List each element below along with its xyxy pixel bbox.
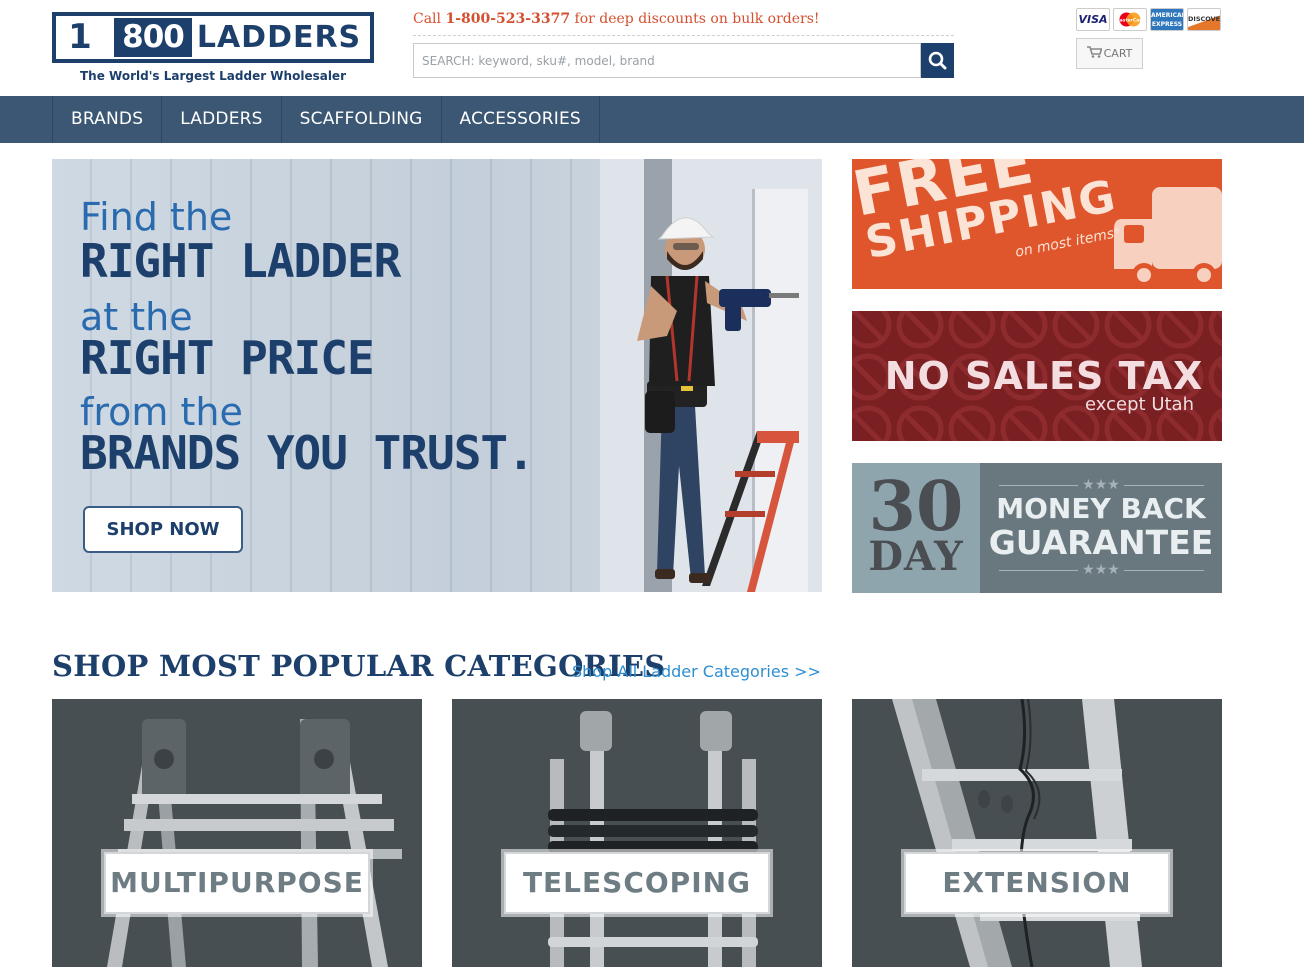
extension-ladder-image — [892, 699, 1142, 967]
logo-word: LADDERS — [196, 20, 362, 55]
callout-prefix: Call — [413, 11, 446, 27]
header-divider — [413, 35, 954, 36]
money-back-days-panel: 30 DAY — [852, 463, 980, 593]
category-label-telescoping: TELESCOPING — [501, 849, 773, 917]
money-back-stars-bottom: ★★★ — [980, 562, 1222, 578]
money-back-line2: GUARANTEE — [988, 523, 1214, 562]
multipurpose-ladder-image — [107, 719, 402, 967]
no-sales-tax-banner[interactable]: NO SALES TAX except Utah — [852, 311, 1222, 441]
category-tile-extension[interactable]: EXTENSION — [852, 699, 1222, 967]
site-header: 1 800 LADDERS The World's Largest Ladder… — [0, 0, 1304, 96]
category-label-multipurpose: MULTIPURPOSE — [101, 849, 373, 917]
nav-item-scaffolding[interactable]: SCAFFOLDING — [282, 96, 442, 143]
hero-line-right-price: RIGHT PRICE — [80, 331, 375, 385]
category-tile-multipurpose[interactable]: MULTIPURPOSE — [52, 699, 422, 967]
hero-line-right-ladder: RIGHT LADDER — [80, 234, 401, 288]
phone-number[interactable]: 1-800-523-3377 — [445, 11, 570, 27]
search-icon — [928, 51, 947, 70]
money-back-banner[interactable]: 30 DAY ★★★ MONEY BACK GUARANTEE ★★★ — [852, 463, 1222, 593]
search-input[interactable] — [413, 43, 921, 78]
logo-number: 800 — [114, 18, 192, 57]
shop-all-categories-link[interactable]: Shop All Ladder Categories >> — [572, 662, 821, 682]
hero-banner[interactable]: Find the RIGHT LADDER at the RIGHT PRICE… — [52, 159, 822, 592]
main-nav: BRANDS LADDERS SCAFFOLDING ACCESSORIES — [0, 96, 1304, 143]
money-back-unit: DAY — [868, 533, 964, 580]
category-label-extension: EXTENSION — [901, 849, 1173, 917]
money-back-stars-top: ★★★ — [980, 477, 1222, 493]
hero-line-brands: BRANDS YOU TRUST. — [80, 426, 535, 480]
payment-methods: VISA MasterCard AMERICAN EXPRESS DISCOVE… — [1076, 8, 1221, 31]
stars-top-text: ★★★ — [1078, 477, 1124, 493]
nav-item-accessories[interactable]: ACCESSORIES — [442, 96, 600, 143]
amex-card-icon: AMERICAN EXPRESS — [1150, 8, 1184, 31]
nav-item-ladders[interactable]: LADDERS — [162, 96, 282, 143]
phone-callout: Call 1-800-523-3377 for deep discounts o… — [413, 10, 820, 28]
callout-suffix: for deep discounts on bulk orders! — [570, 11, 820, 27]
logo-tagline: The World's Largest Ladder Wholesaler — [79, 69, 346, 83]
telescoping-ladder-image — [548, 711, 758, 967]
shop-now-button[interactable]: SHOP NOW — [83, 506, 243, 553]
visa-card-icon: VISA — [1076, 8, 1110, 31]
worker-on-ladder-image — [637, 217, 799, 592]
category-tile-telescoping[interactable]: TELESCOPING — [452, 699, 822, 967]
discover-card-icon: DISCOVER — [1187, 8, 1221, 31]
money-back-line1: MONEY BACK — [996, 492, 1206, 525]
stars-bottom-text: ★★★ — [1078, 562, 1124, 578]
no-sales-tax-sub: except Utah — [1085, 394, 1194, 415]
cart-icon — [1086, 46, 1103, 58]
nav-item-brands[interactable]: BRANDS — [53, 96, 163, 143]
mastercard-icon: MasterCard — [1113, 8, 1147, 31]
cart-button[interactable]: CART — [1076, 38, 1143, 69]
hero-line-find: Find the — [80, 195, 233, 239]
site-logo[interactable]: 1 800 LADDERS The World's Largest Ladder… — [52, 12, 374, 86]
cart-label: CART — [1103, 47, 1133, 60]
logo-digit: 1 — [62, 19, 98, 56]
no-sales-tax-title: NO SALES TAX — [884, 354, 1204, 398]
nav-list: BRANDS LADDERS SCAFFOLDING ACCESSORIES — [52, 96, 600, 143]
logo-frame: 1 800 LADDERS — [52, 12, 374, 63]
mastercard-label: MasterCard — [1115, 18, 1144, 24]
search-button[interactable] — [921, 43, 954, 78]
free-shipping-banner[interactable]: FREE SHIPPING on most items* — [852, 159, 1222, 289]
